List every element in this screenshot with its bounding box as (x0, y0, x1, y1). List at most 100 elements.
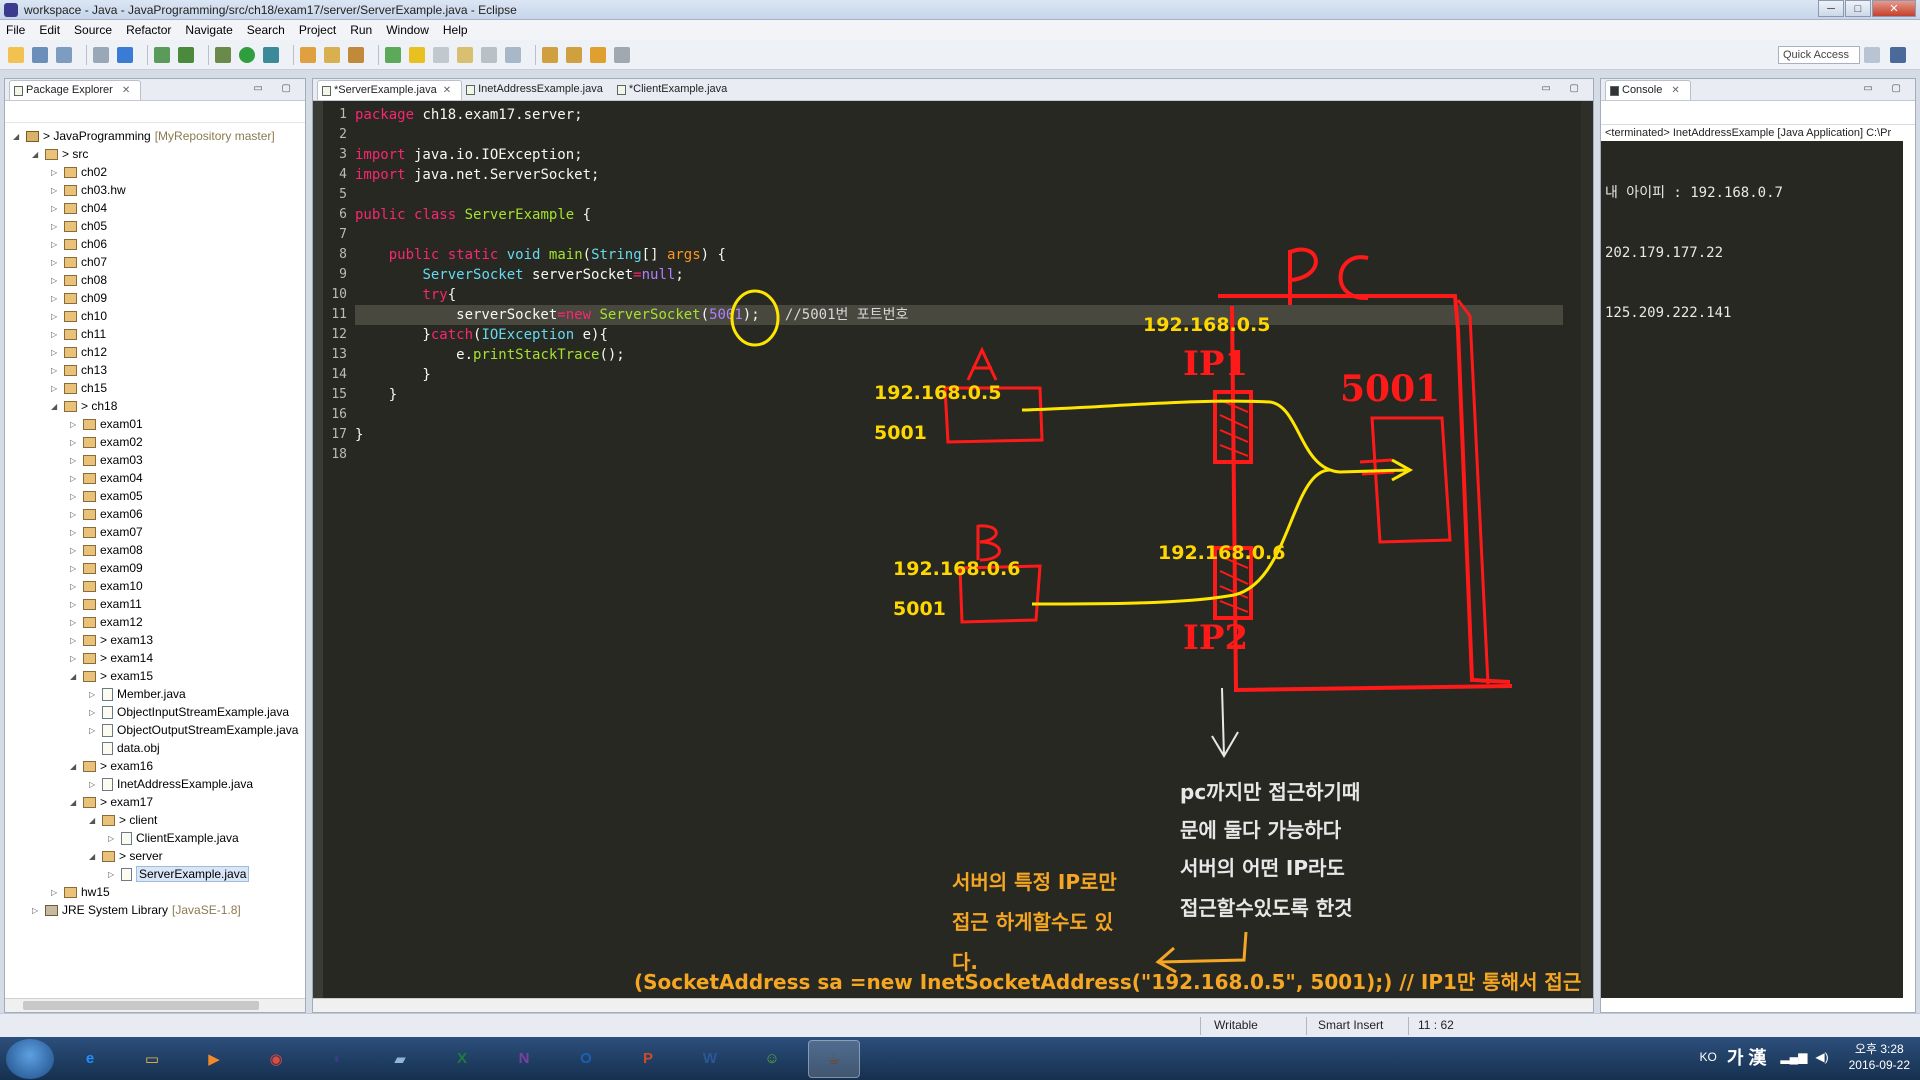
taskbar-outlook-icon[interactable]: O (560, 1040, 612, 1078)
taskbar-powerpoint-icon[interactable]: P (622, 1040, 674, 1078)
tree-item[interactable]: ▷ ch02 (51, 163, 107, 181)
tree-item[interactable]: ▷ ch03.hw (51, 181, 126, 199)
expand-arrow-icon[interactable]: ▷ (51, 384, 61, 393)
tree-item[interactable]: ◢ > JavaProgramming [MyRepository master] (13, 127, 275, 145)
code-line[interactable]: ServerSocket serverSocket=null; (355, 265, 1563, 285)
code-line[interactable] (355, 185, 1563, 205)
expand-arrow-icon[interactable]: ▷ (70, 618, 80, 627)
code-line[interactable]: public static void main(String[] args) { (355, 245, 1563, 265)
expand-arrow-icon[interactable]: ▷ (51, 186, 61, 195)
code-line[interactable]: package ch18.exam17.server; (355, 105, 1563, 125)
expand-arrow-icon[interactable]: ▷ (51, 240, 61, 249)
back-icon[interactable] (590, 46, 606, 63)
tree-item[interactable]: ▷ ch10 (51, 307, 107, 325)
expand-arrow-icon[interactable]: ◢ (70, 672, 80, 681)
volume-icon[interactable]: ◀) (1815, 1050, 1828, 1064)
tree-item[interactable]: ◢ > exam17 (70, 793, 153, 811)
tab-console[interactable]: Console ✕ (1605, 80, 1691, 100)
tree-item[interactable]: ▷ ServerExample.java (108, 865, 250, 883)
menu-source[interactable]: Source (74, 23, 112, 37)
tree-item[interactable]: ▷ ClientExample.java (108, 829, 239, 847)
tree-item[interactable]: ◢ > exam15 (70, 667, 153, 685)
expand-arrow-icon[interactable]: ▷ (70, 636, 80, 645)
taskbar-notes-icon[interactable]: ▰ (374, 1040, 426, 1078)
debug-icon[interactable] (215, 46, 231, 63)
vertical-scrollbar[interactable] (1581, 101, 1593, 998)
expand-arrow-icon[interactable]: ▷ (51, 888, 61, 897)
source-code[interactable]: package ch18.exam17.server; import java.i… (355, 105, 1563, 465)
expand-arrow-icon[interactable]: ▷ (51, 366, 61, 375)
tree-item[interactable]: ◢ > exam16 (70, 757, 153, 775)
code-line[interactable] (355, 445, 1563, 465)
network-icon[interactable]: ▂▄▆ (1780, 1050, 1807, 1064)
wand-icon[interactable] (348, 46, 364, 63)
tree-item[interactable]: ▷ ch08 (51, 271, 107, 289)
tab-package-explorer[interactable]: Package Explorer ✕ (9, 80, 142, 100)
menu-edit[interactable]: Edit (39, 23, 60, 37)
expand-arrow-icon[interactable]: ▷ (70, 510, 80, 519)
taskbar-eclipse-icon[interactable]: ◐ (312, 1040, 364, 1078)
expand-arrow-icon[interactable]: ▷ (108, 834, 118, 843)
minimize-maximize-controls[interactable]: ▭ ▢ (1541, 83, 1587, 94)
tree-item[interactable]: ▷ exam06 (70, 505, 143, 523)
expand-arrow-icon[interactable]: ▷ (70, 474, 80, 483)
tree-item[interactable]: ▷ ObjectOutputStreamExample.java (89, 721, 298, 739)
git-icon[interactable] (154, 46, 170, 63)
block-select-icon[interactable] (457, 46, 473, 63)
tree-item[interactable]: ▷ ch12 (51, 343, 107, 361)
expand-arrow-icon[interactable]: ▷ (70, 528, 80, 537)
start-button[interactable] (6, 1038, 54, 1079)
pencil-icon[interactable] (409, 46, 425, 63)
expand-arrow-icon[interactable]: ▷ (70, 438, 80, 447)
tree-item[interactable]: ◢ > client (89, 811, 157, 829)
tree-item[interactable]: ▷ ch09 (51, 289, 107, 307)
expand-arrow-icon[interactable]: ◢ (70, 798, 80, 807)
maximize-button[interactable]: □ (1845, 0, 1871, 17)
expand-arrow-icon[interactable]: ▷ (70, 420, 80, 429)
code-line[interactable]: import java.io.IOException; (355, 145, 1563, 165)
new-icon[interactable] (8, 46, 24, 63)
open-folder-icon[interactable] (324, 46, 340, 63)
tree-item[interactable]: ▷ exam12 (70, 613, 143, 631)
tree-item[interactable]: ▷ JRE System Library [JavaSE-1.8] (32, 901, 241, 919)
tree-item[interactable]: ▷ > exam14 (70, 649, 153, 667)
menu-file[interactable]: File (6, 23, 25, 37)
tree-item[interactable]: ◢ > ch18 (51, 397, 117, 415)
expand-arrow-icon[interactable]: ▷ (32, 906, 42, 915)
code-line[interactable]: import java.net.ServerSocket; (355, 165, 1563, 185)
code-editor[interactable]: 1 2 3 4 5 6 7 8 9 10 11 12 13 14 15 16 17 18 package ch18… (313, 101, 1593, 998)
expand-arrow-icon[interactable]: ◢ (89, 816, 99, 825)
expand-arrow-icon[interactable]: ▷ (70, 600, 80, 609)
tree-item[interactable]: ▷ ch07 (51, 253, 107, 271)
expand-arrow-icon[interactable]: ▷ (89, 690, 99, 699)
horizontal-scrollbar[interactable] (5, 998, 305, 1012)
code-line[interactable] (355, 125, 1563, 145)
expand-arrow-icon[interactable]: ▷ (108, 870, 118, 879)
code-line[interactable]: e.printStackTrace(); (355, 345, 1563, 365)
expand-arrow-icon[interactable]: ▷ (51, 168, 61, 177)
tree-item[interactable]: ▷ exam01 (70, 415, 143, 433)
expand-arrow-icon[interactable]: ▷ (89, 726, 99, 735)
refresh-icon[interactable] (178, 46, 194, 63)
taskbar-media-player-icon[interactable]: ▶ (188, 1040, 240, 1078)
save-icon[interactable] (32, 46, 48, 63)
quick-access-input[interactable]: Quick Access (1778, 46, 1860, 64)
prev-annotation-icon[interactable] (566, 46, 582, 63)
close-icon[interactable]: ✕ (122, 85, 130, 96)
expand-arrow-icon[interactable]: ▷ (51, 204, 61, 213)
tree-item[interactable]: ▷ exam04 (70, 469, 143, 487)
minimize-button[interactable]: ─ (1818, 0, 1844, 17)
tree-item[interactable]: ▷ InetAddressExample.java (89, 775, 253, 793)
taskbar-internet-explorer-icon[interactable]: e (64, 1040, 116, 1078)
close-icon[interactable]: ✕ (443, 85, 451, 96)
console-output[interactable]: 내 아이피 : 192.168.0.7 202.179.177.22 125.2… (1601, 141, 1903, 998)
code-line[interactable]: public class ServerExample { (355, 205, 1563, 225)
code-line[interactable]: try{ (355, 285, 1563, 305)
expand-arrow-icon[interactable]: ▷ (70, 582, 80, 591)
menu-search[interactable]: Search (247, 23, 285, 37)
java-perspective-icon[interactable] (1890, 47, 1906, 63)
taskbar-java-ee-ide-icon[interactable]: ☕ (808, 1039, 860, 1078)
language-indicator[interactable]: KO (1700, 1050, 1717, 1064)
tree-item[interactable]: data.obj (89, 739, 160, 757)
close-icon[interactable]: ✕ (1671, 85, 1679, 96)
